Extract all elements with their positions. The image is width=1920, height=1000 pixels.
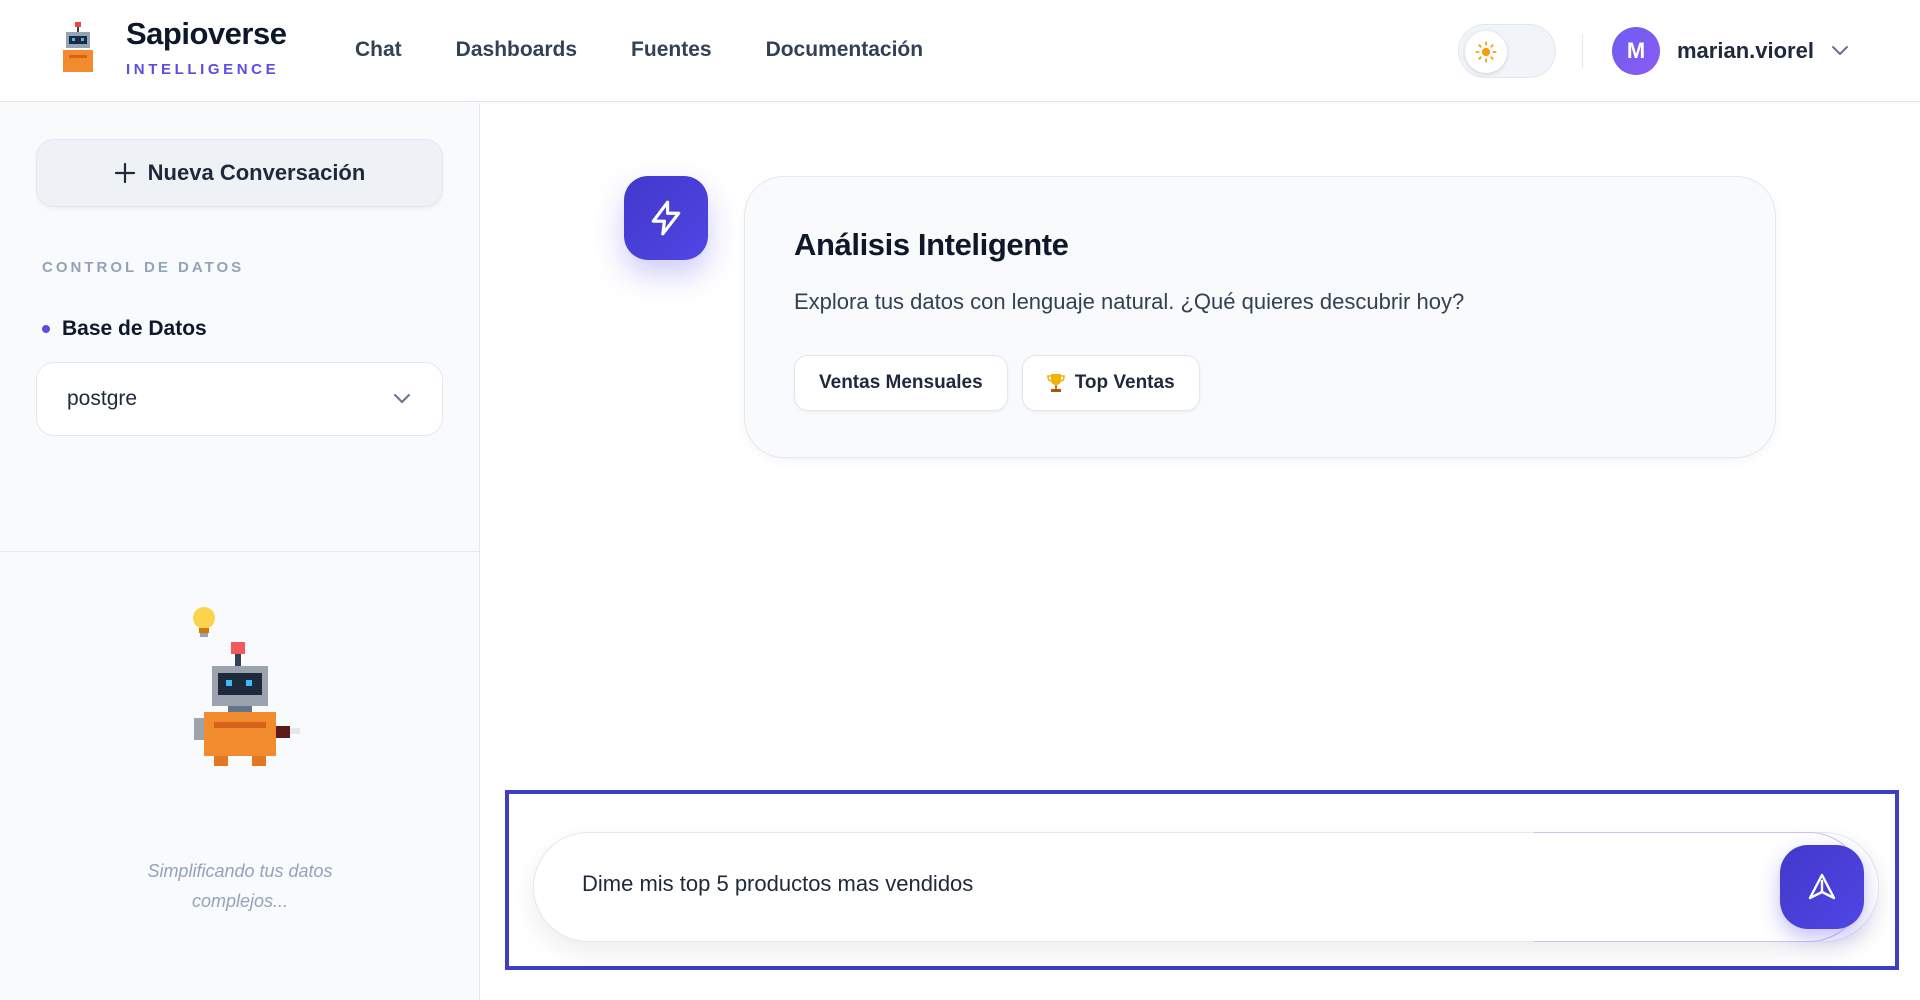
robot-logo-icon[interactable] [58, 22, 98, 74]
toggle-knob [1465, 31, 1507, 73]
sidebar-tagline: Simplificando tus datos complejos... [147, 861, 333, 911]
plus-icon [114, 162, 135, 184]
chat-input-box [533, 832, 1879, 942]
sun-icon [1475, 41, 1497, 63]
header-divider [1582, 34, 1583, 68]
nav-item-fuentes[interactable]: Fuentes [631, 38, 712, 62]
avatar[interactable]: M [1612, 27, 1660, 75]
robot-mascot-icon [193, 607, 300, 766]
suggestion-buttons: Ventas Mensuales Top Ventas [794, 355, 1200, 411]
brand-subtitle: INTELLIGENCE [126, 61, 280, 78]
suggestion-top-ventas-button[interactable]: Top Ventas [1021, 355, 1200, 411]
section-title: CONTROL DE DATOS [42, 259, 245, 276]
chevron-down-icon [394, 394, 410, 403]
database-select[interactable]: postgre [36, 362, 443, 436]
database-label: Base de Datos [62, 317, 207, 340]
main-nav: Chat Dashboards Fuentes Documentación [355, 38, 923, 62]
username[interactable]: marian.viorel [1677, 38, 1814, 64]
nav-item-dashboards[interactable]: Dashboards [456, 38, 577, 62]
theme-toggle[interactable] [1458, 24, 1556, 78]
database-select-value: postgre [67, 387, 138, 410]
chat-input-area [505, 790, 1899, 970]
chevron-down-icon[interactable] [1830, 44, 1850, 58]
send-button[interactable] [1780, 845, 1864, 929]
suggestion-ventas-mensuales-button[interactable]: Ventas Mensuales [794, 355, 1008, 411]
new-conversation-button[interactable]: Nueva Conversación [36, 139, 443, 207]
top-header: Sapioverse INTELLIGENCE Chat Dashboards … [0, 0, 1920, 102]
brand-name: Sapioverse [126, 16, 287, 51]
welcome-card: Análisis Inteligente Explora tus datos c… [744, 176, 1776, 458]
chat-input[interactable] [582, 871, 1682, 897]
lightning-icon [624, 176, 708, 260]
trophy-icon [1046, 374, 1065, 392]
suggestion-label: Top Ventas [1074, 372, 1175, 393]
suggestion-label: Ventas Mensuales [819, 372, 983, 393]
card-description: Explora tus datos con lenguaje natural. … [794, 289, 1465, 314]
sidebar: Nueva Conversación CONTROL DE DATOS Base… [0, 103, 480, 1000]
sidebar-footer: Simplificando tus datos complejos... [0, 551, 479, 1000]
nav-item-chat[interactable]: Chat [355, 38, 402, 62]
bullet-dot-icon [42, 325, 50, 333]
send-icon [1808, 873, 1836, 900]
card-title: Análisis Inteligente [794, 227, 1069, 262]
new-conversation-label: Nueva Conversación [147, 160, 366, 185]
database-label-row: Base de Datos [42, 317, 207, 341]
nav-item-documentacion[interactable]: Documentación [766, 38, 924, 62]
